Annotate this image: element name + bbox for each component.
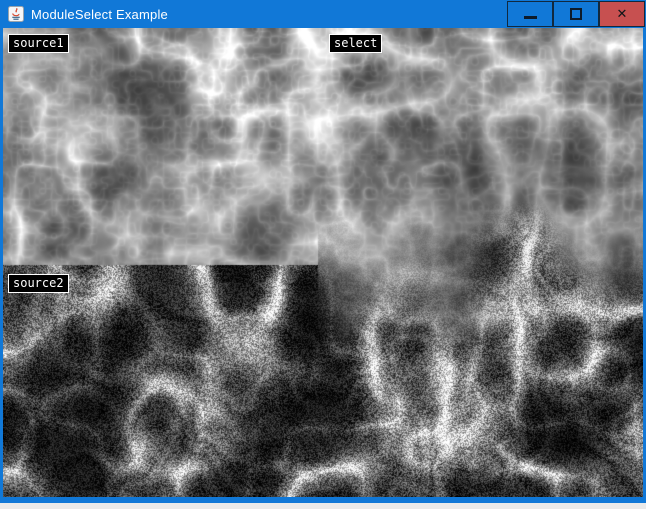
close-icon: ✕ <box>617 8 628 21</box>
app-window: ModuleSelect Example ✕ source1 select so… <box>0 0 646 503</box>
maximize-icon <box>570 8 582 20</box>
window-title: ModuleSelect Example <box>31 7 168 22</box>
window-controls: ✕ <box>507 1 645 27</box>
titlebar[interactable]: ModuleSelect Example ✕ <box>0 0 646 28</box>
java-app-icon <box>8 6 24 22</box>
panel-label-select: select <box>329 34 382 53</box>
panel-label-source1: source1 <box>8 34 69 53</box>
window-border-bottom <box>0 497 646 503</box>
minimize-button[interactable] <box>507 1 553 27</box>
render-viewport: source1 select source2 <box>3 28 643 497</box>
minimize-icon <box>524 16 537 19</box>
background-strip <box>0 503 646 509</box>
maximize-button[interactable] <box>553 1 599 27</box>
close-button[interactable]: ✕ <box>599 1 645 27</box>
noise-render-canvas <box>3 28 643 497</box>
panel-label-source2: source2 <box>8 274 69 293</box>
